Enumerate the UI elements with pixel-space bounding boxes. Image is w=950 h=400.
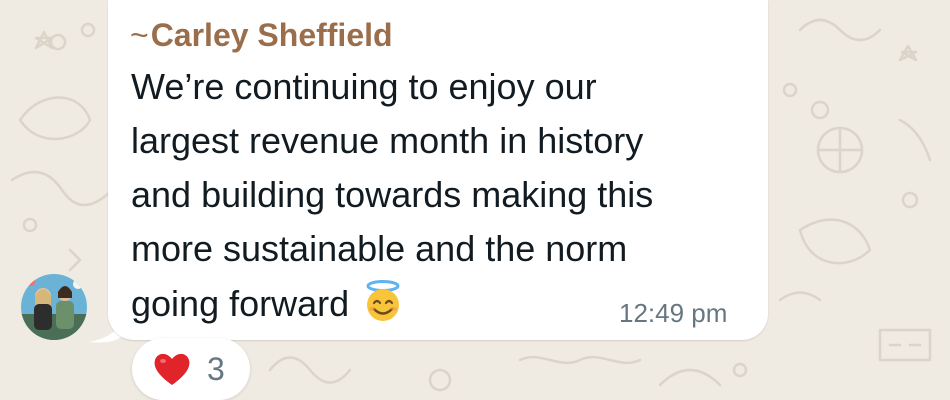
message-text-last-line: going forward (131, 279, 405, 327)
sender-avatar[interactable] (21, 274, 87, 340)
reaction-pill[interactable]: 3 (132, 338, 250, 400)
message-text-line: and building towards making this (131, 174, 654, 215)
smiling-face-with-halo-icon (361, 279, 405, 323)
message-text-line: going forward (131, 283, 350, 324)
message-text-line: We’re continuing to enjoy our (131, 66, 597, 107)
sender-name[interactable]: ~Carley Sheffield (130, 15, 393, 55)
message-text-line: more sustainable and the norm (131, 228, 628, 269)
sender-name-text: Carley Sheffield (150, 17, 393, 53)
message-text-line: largest revenue month in history (131, 120, 644, 161)
sender-prefix: ~ (130, 17, 149, 53)
red-heart-icon (152, 351, 192, 387)
message-timestamp: 12:49 pm (619, 298, 728, 328)
reaction-count: 3 (207, 351, 225, 387)
